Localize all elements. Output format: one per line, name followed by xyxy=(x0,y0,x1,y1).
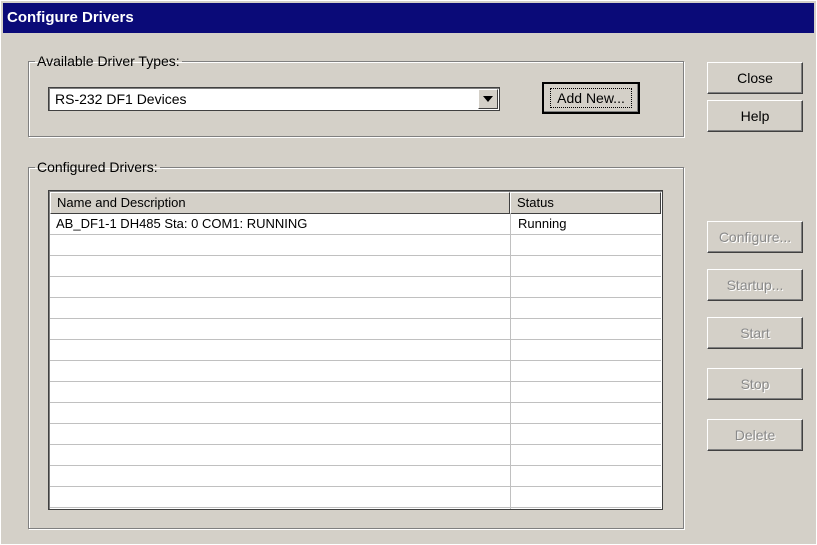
chevron-down-icon xyxy=(483,96,493,102)
table-row[interactable] xyxy=(50,361,661,382)
table-row[interactable] xyxy=(50,235,661,256)
available-driver-types-legend: Available Driver Types: xyxy=(37,53,180,69)
column-header-name[interactable]: Name and Description xyxy=(50,192,510,214)
driver-type-selected: RS-232 DF1 Devices xyxy=(55,91,187,107)
delete-label: Delete xyxy=(734,427,776,443)
configured-drivers-list[interactable]: Name and Description Status AB_DF1-1 DH4… xyxy=(48,190,663,510)
table-row[interactable] xyxy=(50,298,661,319)
table-row[interactable] xyxy=(50,277,661,298)
startup-label: Startup... xyxy=(726,277,784,293)
title-bar: Configure Drivers xyxy=(3,3,814,33)
configured-drivers-legend: Configured Drivers: xyxy=(37,159,158,175)
stop-label: Stop xyxy=(740,376,770,392)
table-row[interactable] xyxy=(50,424,661,445)
table-row[interactable] xyxy=(50,466,661,487)
configure-drivers-dialog: Configure Drivers Available Driver Types… xyxy=(0,0,817,545)
start-button[interactable]: Start xyxy=(707,317,803,349)
table-row[interactable] xyxy=(50,403,661,424)
stop-button[interactable]: Stop xyxy=(707,368,803,400)
table-row[interactable] xyxy=(50,487,661,508)
table-row[interactable] xyxy=(50,340,661,361)
driver-status-cell: Running xyxy=(518,216,567,231)
column-header-status[interactable]: Status xyxy=(510,192,661,214)
help-button[interactable]: Help xyxy=(707,100,803,132)
table-row[interactable] xyxy=(50,445,661,466)
driver-type-dropdown[interactable]: RS-232 DF1 Devices xyxy=(48,87,500,111)
window-title: Configure Drivers xyxy=(7,9,134,26)
table-row[interactable]: AB_DF1-1 DH485 Sta: 0 COM1: RUNNING Runn… xyxy=(50,214,661,235)
startup-button[interactable]: Startup... xyxy=(707,269,803,301)
table-row[interactable] xyxy=(50,256,661,277)
column-divider xyxy=(510,213,511,509)
add-new-button[interactable]: Add New... xyxy=(542,82,640,114)
close-button[interactable]: Close xyxy=(707,62,803,94)
configure-button[interactable]: Configure... xyxy=(707,221,803,253)
driver-name-cell: AB_DF1-1 DH485 Sta: 0 COM1: RUNNING xyxy=(56,216,308,231)
table-row[interactable] xyxy=(50,382,661,403)
table-row[interactable] xyxy=(50,319,661,340)
help-label: Help xyxy=(740,108,770,124)
configure-label: Configure... xyxy=(718,229,792,245)
column-header-name-label: Name and Description xyxy=(57,195,186,210)
delete-button[interactable]: Delete xyxy=(707,419,803,451)
add-new-label: Add New... xyxy=(550,88,632,108)
close-label: Close xyxy=(737,70,773,86)
column-header-status-label: Status xyxy=(517,195,554,210)
start-label: Start xyxy=(740,325,770,341)
dropdown-button[interactable] xyxy=(478,89,498,109)
